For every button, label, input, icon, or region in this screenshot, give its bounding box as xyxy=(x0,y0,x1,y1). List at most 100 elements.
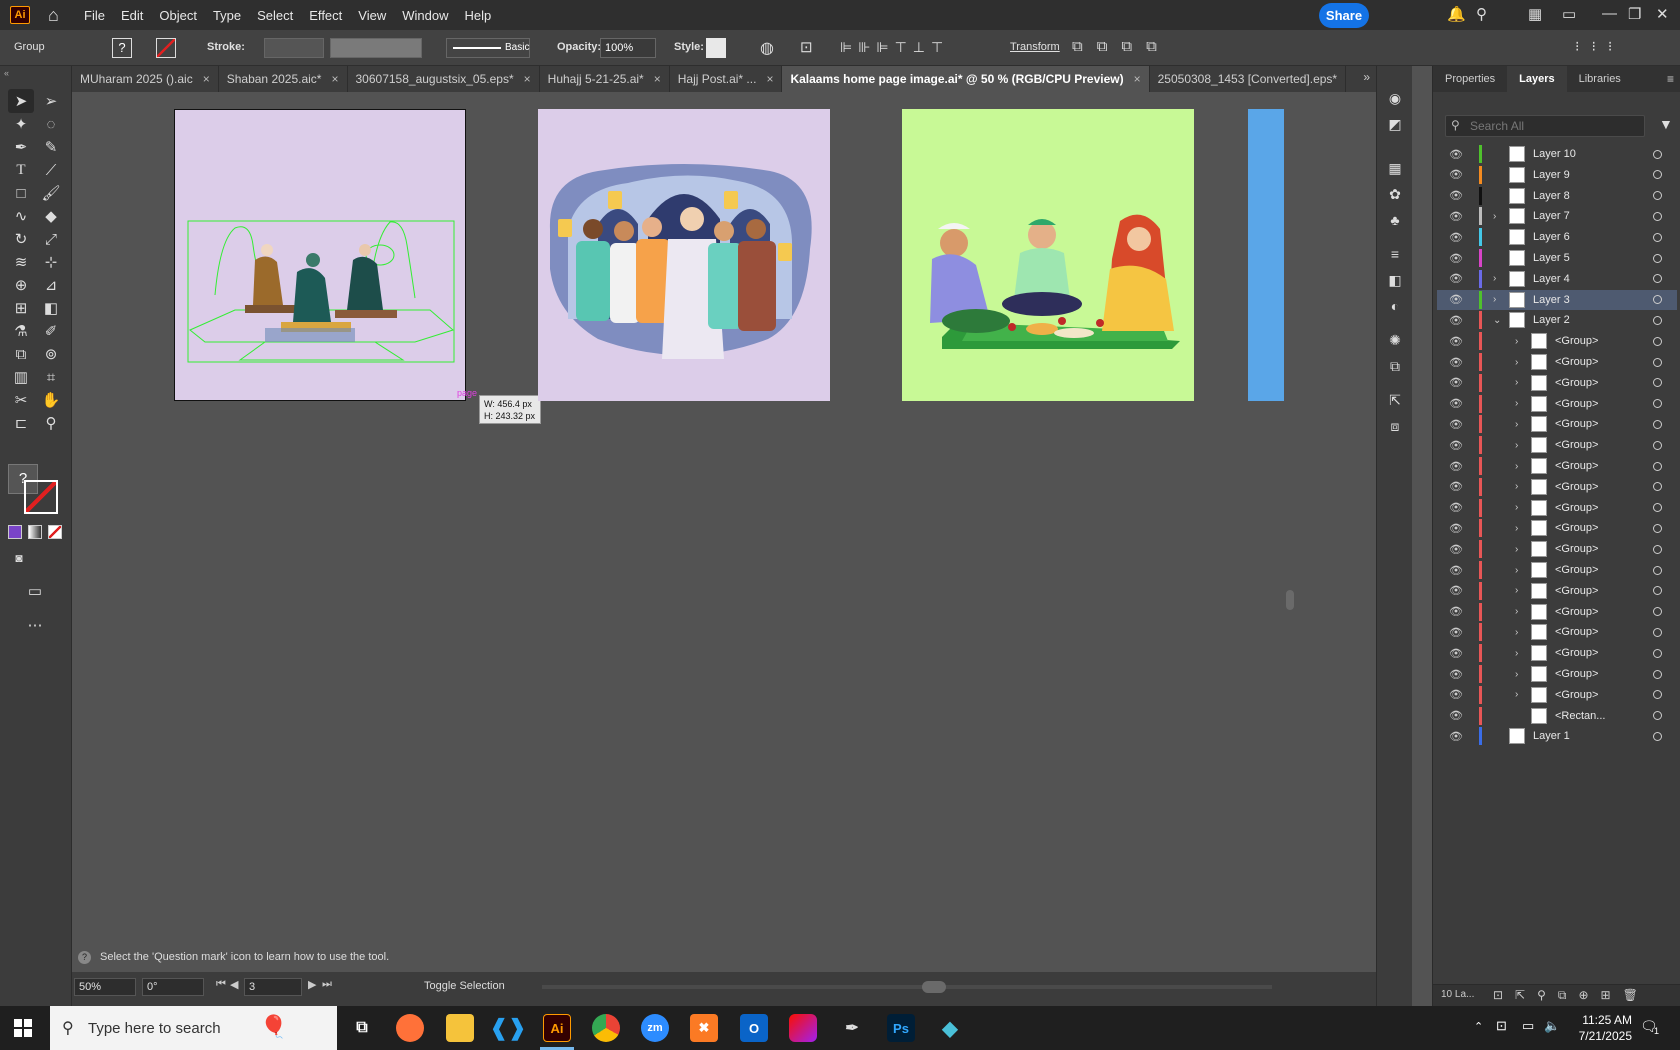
layer-row[interactable]: 👁 › <Group> xyxy=(1437,664,1677,684)
close-tab-icon[interactable]: × xyxy=(654,72,661,86)
layer-row[interactable]: 👁 › <Group> xyxy=(1437,331,1677,351)
recolor-icon[interactable]: ◍ xyxy=(760,38,774,58)
layer-row[interactable]: 👁 › <Group> xyxy=(1437,498,1677,518)
horizontal-scrollbar[interactable] xyxy=(922,981,946,993)
gradient-icon[interactable]: ◧ xyxy=(40,297,62,319)
illustrator-logo[interactable]: Ai xyxy=(10,6,30,24)
taskbar-search-input[interactable]: ⚲ Type here to search 🎈 xyxy=(50,1006,337,1050)
layer-row[interactable]: 👁 Layer 5 xyxy=(1437,248,1677,268)
file-explorer-icon[interactable] xyxy=(446,1014,474,1042)
appearance-icon[interactable]: ◉ xyxy=(1385,88,1405,108)
visibility-eye-icon[interactable]: 👁 xyxy=(1449,189,1463,202)
menu-type[interactable]: Type xyxy=(213,8,241,23)
visibility-eye-icon[interactable]: 👁 xyxy=(1449,356,1463,369)
gradient-panel-icon[interactable]: ◧ xyxy=(1385,270,1405,290)
target-circle-icon[interactable] xyxy=(1653,149,1662,159)
layer-row[interactable]: 👁 › <Group> xyxy=(1437,685,1677,705)
line-tool-icon[interactable]: ⟋ xyxy=(40,159,62,181)
expand-arrow-icon[interactable]: › xyxy=(1515,689,1518,700)
graph-icon[interactable]: ▥ xyxy=(10,366,32,388)
shaper-icon[interactable]: ∿ xyxy=(10,205,32,227)
layer-row[interactable]: 👁 Layer 1 xyxy=(1437,726,1677,746)
none-mode-icon[interactable] xyxy=(48,525,62,539)
target-circle-icon[interactable] xyxy=(1653,648,1662,658)
visibility-eye-icon[interactable]: 👁 xyxy=(1449,501,1463,514)
tab-properties[interactable]: Properties xyxy=(1433,66,1507,92)
panel-menu-icon[interactable]: ≡ xyxy=(1667,72,1674,86)
collapse-toolbar-icon[interactable]: « xyxy=(4,68,9,78)
layer-row[interactable]: 👁 › Layer 7 xyxy=(1437,206,1677,226)
visibility-eye-icon[interactable]: 👁 xyxy=(1449,480,1463,493)
symbols-icon[interactable]: ♣ xyxy=(1385,210,1405,230)
stroke-weight-field[interactable] xyxy=(264,38,324,58)
visibility-eye-icon[interactable]: 👁 xyxy=(1449,668,1463,681)
rotation-field[interactable]: 0° xyxy=(142,978,204,996)
target-circle-icon[interactable] xyxy=(1653,419,1662,429)
visibility-eye-icon[interactable]: 👁 xyxy=(1449,626,1463,639)
menu-object[interactable]: Object xyxy=(159,8,197,23)
expand-arrow-icon[interactable]: › xyxy=(1515,481,1518,492)
color-mode-icon[interactable] xyxy=(8,525,22,539)
target-circle-icon[interactable] xyxy=(1653,336,1662,346)
firefox-icon[interactable] xyxy=(396,1014,424,1042)
visibility-eye-icon[interactable]: 👁 xyxy=(1449,231,1463,244)
tray-icon-1[interactable]: ⊡ xyxy=(1496,1018,1507,1034)
expand-arrow-icon[interactable]: › xyxy=(1515,585,1518,596)
zoom-icon[interactable]: zm xyxy=(641,1014,669,1042)
workspace-icon[interactable]: ▦ xyxy=(1528,5,1542,23)
close-tab-icon[interactable]: × xyxy=(203,72,210,86)
target-circle-icon[interactable] xyxy=(1653,627,1662,637)
brush-style-label[interactable]: Basic xyxy=(505,42,529,53)
curvature-icon[interactable]: ✎ xyxy=(40,136,62,158)
blend-icon[interactable]: ⧉ xyxy=(10,343,32,365)
print-tiling-icon[interactable]: ⊏ xyxy=(10,412,32,434)
creative-cloud-icon[interactable] xyxy=(789,1014,817,1042)
close-tab-icon[interactable]: × xyxy=(766,72,773,86)
menu-help[interactable]: Help xyxy=(464,8,491,23)
visibility-eye-icon[interactable]: 👁 xyxy=(1449,584,1463,597)
visibility-eye-icon[interactable]: 👁 xyxy=(1449,522,1463,535)
pen-tool-icon[interactable]: ✒ xyxy=(10,136,32,158)
visibility-eye-icon[interactable]: 👁 xyxy=(1449,730,1463,743)
shape-builder-icon[interactable]: ⊕ xyxy=(10,274,32,296)
vertical-scrollbar[interactable] xyxy=(1286,590,1294,610)
artboard-4[interactable] xyxy=(1248,109,1286,401)
close-tab-icon[interactable]: × xyxy=(331,72,338,86)
last-artboard-icon[interactable]: ⏭ xyxy=(322,978,332,991)
visibility-eye-icon[interactable]: 👁 xyxy=(1449,564,1463,577)
close-tab-icon[interactable]: × xyxy=(1134,72,1141,86)
expand-arrow-icon[interactable]: › xyxy=(1493,294,1496,305)
layer-row[interactable]: 👁 Layer 8 xyxy=(1437,186,1677,206)
color-guide-icon[interactable]: ✺ xyxy=(1385,330,1405,350)
visibility-eye-icon[interactable]: 👁 xyxy=(1449,460,1463,473)
tab-augustsix[interactable]: 30607158_augustsix_05.eps* × xyxy=(348,66,540,92)
pen-app-icon[interactable]: ✒ xyxy=(838,1014,866,1042)
draw-normal-icon[interactable]: ◙ xyxy=(8,547,30,569)
question-mark-icon[interactable]: ? xyxy=(78,951,91,964)
target-circle-icon[interactable] xyxy=(1653,315,1662,325)
eraser-icon[interactable]: ◆ xyxy=(40,205,62,227)
layer-row[interactable]: 👁 › <Group> xyxy=(1437,560,1677,580)
layer-row[interactable]: 👁 › <Group> xyxy=(1437,414,1677,434)
rectangle-tool-icon[interactable]: □ xyxy=(10,182,32,204)
bell-icon[interactable]: 🔔 xyxy=(1447,5,1466,23)
target-circle-icon[interactable] xyxy=(1653,191,1662,201)
visibility-eye-icon[interactable]: 👁 xyxy=(1449,418,1463,431)
paintbrush-icon[interactable]: 🖌 xyxy=(40,182,62,204)
visibility-eye-icon[interactable]: 👁 xyxy=(1449,210,1463,223)
restore-icon[interactable]: ❐ xyxy=(1628,5,1641,23)
canvas[interactable]: page W: 456.4 px H: 243.32 px xyxy=(72,92,1376,972)
share-button[interactable]: Share xyxy=(1319,3,1369,28)
layers-search-input[interactable]: Search All xyxy=(1445,115,1645,137)
layer-row[interactable]: 👁 › <Group> xyxy=(1437,602,1677,622)
stroke-panel-icon[interactable]: ≡ xyxy=(1385,244,1405,264)
xampp-icon[interactable]: ✖ xyxy=(690,1014,718,1042)
close-tab-icon[interactable]: × xyxy=(524,72,531,86)
scale-icon[interactable]: ⤢ xyxy=(40,228,62,250)
artboard-2[interactable] xyxy=(538,109,830,401)
menu-view[interactable]: View xyxy=(358,8,386,23)
fill-swatch[interactable]: ? xyxy=(112,38,132,58)
direct-selection-icon[interactable]: ➢ xyxy=(40,90,62,112)
rotate-icon[interactable]: ↻ xyxy=(10,228,32,250)
brushes-icon[interactable]: ✿ xyxy=(1385,184,1405,204)
